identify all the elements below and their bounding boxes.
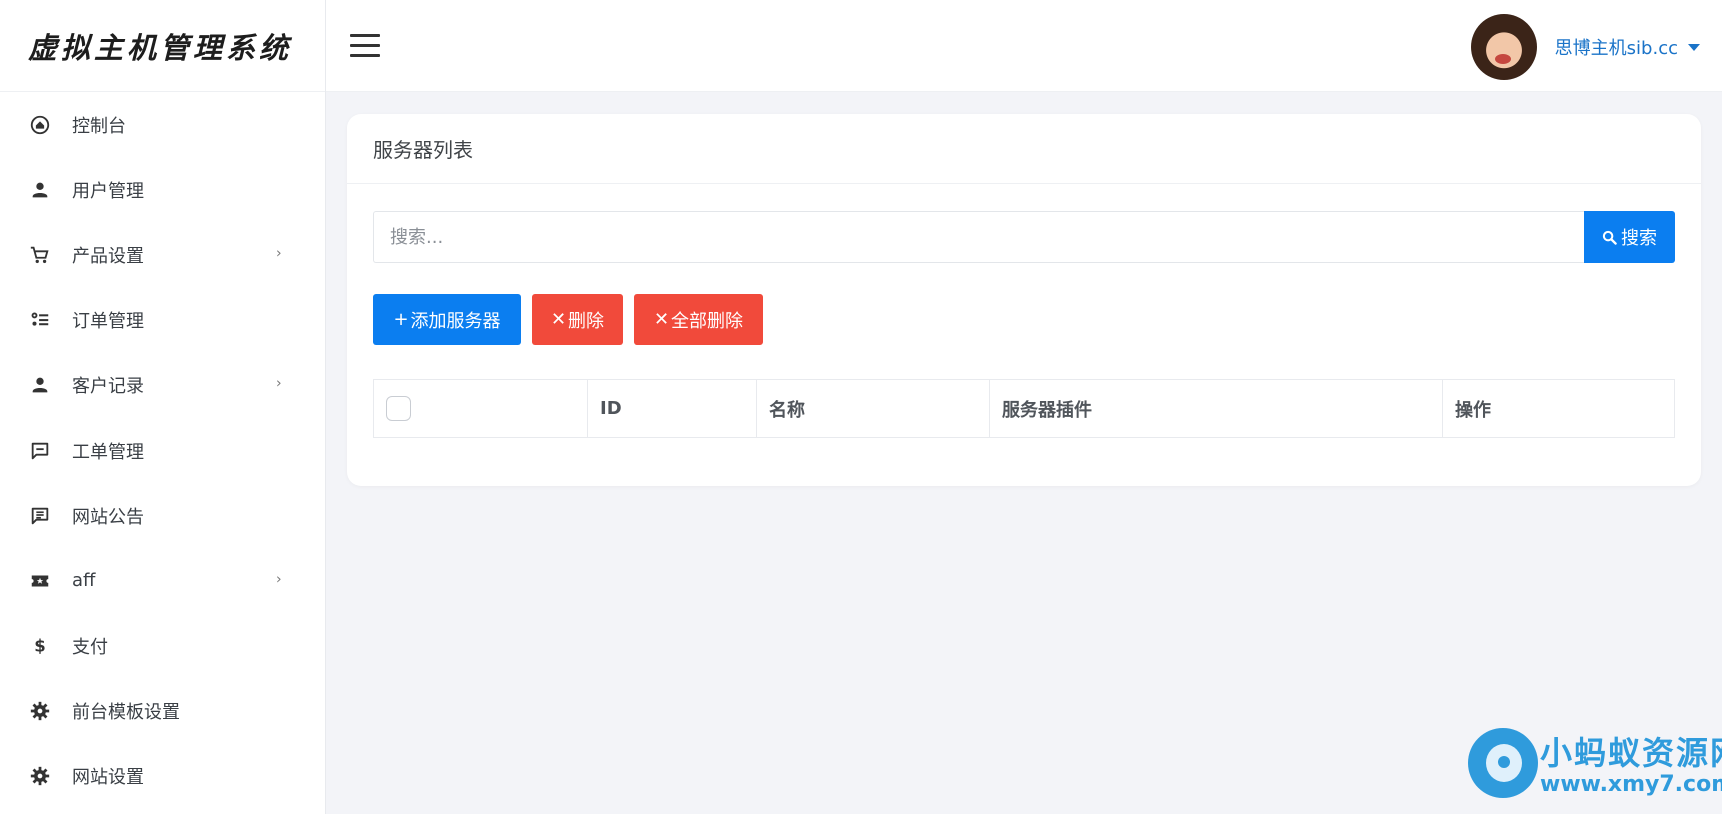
- chevron-right-icon: ›: [276, 245, 282, 262]
- announcement-icon: [28, 504, 52, 528]
- search-bar: 搜索: [373, 211, 1675, 263]
- svg-text:$: $: [34, 637, 45, 656]
- sidebar-item-label: 产品设置: [72, 245, 144, 267]
- action-buttons: + 添加服务器 ✕ 删除 ✕ 全部删除: [373, 294, 774, 345]
- delete-button[interactable]: ✕ 删除: [532, 294, 623, 345]
- sidebar-nav: 控制台 用户管理 产品设置 › 订单管理 客户记录 › 工单管理 网站公告 af…: [0, 92, 325, 809]
- search-input[interactable]: [373, 211, 1584, 263]
- list-icon: [28, 308, 52, 332]
- avatar[interactable]: [1470, 14, 1537, 80]
- chevron-right-icon: ›: [276, 571, 282, 588]
- table-header-id[interactable]: ID: [588, 380, 757, 437]
- top-header: 思博主机sib.cc: [326, 0, 1722, 92]
- sidebar-item-announcements[interactable]: 网站公告: [0, 483, 325, 548]
- user-menu[interactable]: 思博主机sib.cc: [1470, 14, 1700, 80]
- sidebar-item-frontend-template[interactable]: 前台模板设置: [0, 679, 325, 744]
- card-header: 服务器列表: [347, 114, 1701, 184]
- table-header-plugin[interactable]: 服务器插件: [990, 380, 1443, 437]
- server-table: ID 名称 服务器插件 操作: [373, 379, 1675, 438]
- user-icon: [28, 178, 52, 202]
- search-button[interactable]: 搜索: [1584, 211, 1675, 263]
- logo[interactable]: 虚拟主机管理系统: [0, 0, 325, 92]
- home-icon: [28, 113, 52, 137]
- watermark-title: 小蚂蚁资源网: [1540, 734, 1722, 772]
- watermark: 小蚂蚁资源网 www.xmy7.com: [1468, 728, 1722, 810]
- menu-bar: [350, 54, 380, 57]
- sidebar-item-label: 用户管理: [72, 180, 144, 202]
- menu-bar: [350, 34, 380, 37]
- sidebar-item-label: 订单管理: [72, 311, 144, 333]
- logo-text: 虚拟主机管理系统: [28, 30, 293, 65]
- user-name[interactable]: 思博主机sib.cc: [1555, 34, 1678, 60]
- sidebar-item-products[interactable]: 产品设置 ›: [0, 222, 325, 287]
- table-header-name[interactable]: 名称: [757, 380, 990, 437]
- close-icon: ✕: [550, 309, 567, 330]
- caret-down-icon[interactable]: [1688, 43, 1700, 51]
- cart-icon: [28, 243, 52, 267]
- watermark-logo-icon: [1468, 728, 1538, 798]
- sidebar-item-users[interactable]: 用户管理: [0, 157, 325, 222]
- plus-icon: +: [393, 309, 409, 330]
- delete-label: 删除: [568, 310, 605, 332]
- select-all-checkbox[interactable]: [386, 396, 411, 421]
- gear-icon: [28, 699, 52, 723]
- sidebar-item-label: 网站设置: [72, 767, 144, 789]
- sidebar-item-label: 前台模板设置: [72, 702, 180, 724]
- delete-all-label: 全部删除: [671, 310, 744, 332]
- sidebar-item-label: 工单管理: [72, 441, 144, 463]
- sidebar-item-customers[interactable]: 客户记录 ›: [0, 353, 325, 418]
- sidebar-item-tickets[interactable]: 工单管理: [0, 418, 325, 483]
- chevron-right-icon: ›: [276, 375, 282, 392]
- search-button-label: 搜索: [1621, 228, 1657, 249]
- sidebar-item-site-settings[interactable]: 网站设置: [0, 744, 325, 809]
- sidebar-item-orders[interactable]: 订单管理: [0, 288, 325, 353]
- add-server-button[interactable]: + 添加服务器: [373, 294, 521, 345]
- page-title: 服务器列表: [373, 138, 473, 162]
- message-icon: [28, 439, 52, 463]
- sidebar-item-payment[interactable]: $ 支付: [0, 614, 325, 679]
- gear-icon: [28, 764, 52, 788]
- ticket-icon: [28, 569, 52, 593]
- close-icon: ✕: [653, 309, 670, 330]
- table-header-select: [374, 380, 588, 437]
- delete-all-button[interactable]: ✕ 全部删除: [634, 294, 763, 345]
- menu-bar: [350, 44, 380, 47]
- user-icon: [28, 373, 52, 397]
- add-server-label: 添加服务器: [410, 310, 501, 332]
- sidebar-item-console[interactable]: 控制台: [0, 92, 325, 157]
- sidebar-item-label: aff: [72, 570, 96, 592]
- sidebar-item-label: 支付: [72, 637, 108, 659]
- watermark-url: www.xmy7.com: [1540, 772, 1722, 797]
- sidebar-item-label: 控制台: [72, 115, 126, 137]
- table-header-actions: 操作: [1455, 399, 1491, 421]
- sidebar-item-label: 客户记录: [72, 376, 144, 398]
- sidebar: 虚拟主机管理系统 控制台 用户管理 产品设置 › 订单管理 客户记录 › 工单管…: [0, 0, 326, 814]
- sidebar-item-aff[interactable]: aff ›: [0, 548, 325, 613]
- server-list-card: 服务器列表 搜索 + 添加服务器 ✕ 删除 ✕ 全部删除 ID 名称 服务器插件…: [347, 114, 1701, 486]
- sidebar-item-label: 网站公告: [72, 506, 144, 528]
- search-icon: [1602, 230, 1617, 245]
- dollar-icon: $: [28, 634, 52, 658]
- menu-toggle-icon[interactable]: [350, 34, 380, 58]
